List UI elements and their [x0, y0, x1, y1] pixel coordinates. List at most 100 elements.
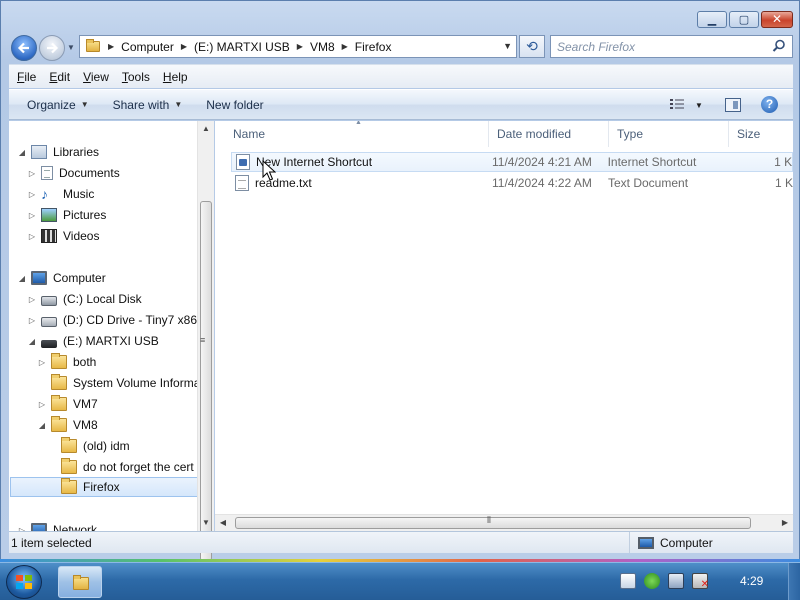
tree-local-disk[interactable]: ▷ (C:) Local Disk — [27, 289, 142, 309]
scroll-up-arrow-icon[interactable]: ▲ — [198, 121, 214, 137]
details-view-icon — [670, 99, 684, 109]
maximize-button[interactable]: ▢ — [729, 11, 759, 28]
tree-libraries[interactable]: ◢ Libraries — [17, 142, 99, 162]
scroll-right-arrow-icon[interactable]: ▶ — [777, 515, 793, 531]
collapse-icon[interactable]: ◢ — [17, 274, 27, 283]
tree-folder-old-idm[interactable]: (old) idm — [47, 436, 130, 456]
network-icon — [31, 523, 47, 531]
breadcrumb-vm8[interactable]: VM8 — [306, 36, 339, 57]
start-button[interactable] — [6, 565, 42, 599]
sort-ascending-icon: ▲ — [355, 121, 362, 126]
horizontal-scrollbar[interactable]: ◀ ⦀ ▶ — [215, 514, 793, 531]
menu-edit[interactable]: Edit — [49, 70, 70, 84]
tree-network[interactable]: ▷ Network — [17, 520, 97, 531]
column-header-name[interactable]: ▲ Name — [215, 121, 489, 147]
expand-icon[interactable]: ▷ — [27, 232, 37, 241]
navigation-scrollbar[interactable]: ▲ ≡ ▼ — [197, 121, 214, 561]
search-icon[interactable] — [772, 39, 786, 53]
close-button[interactable]: ✕ — [761, 11, 793, 28]
new-folder-button[interactable]: New folder — [196, 98, 273, 112]
address-bar[interactable]: ▶ Computer ▶ (E:) MARTXI USB ▶ VM8 ▶ Fir… — [79, 35, 517, 58]
back-button[interactable] — [11, 35, 37, 61]
column-header-date-modified[interactable]: Date modified — [489, 121, 609, 147]
collapse-icon[interactable]: ◢ — [17, 148, 27, 157]
expand-icon[interactable]: ▷ — [27, 169, 37, 178]
breadcrumb-computer[interactable]: Computer — [117, 36, 178, 57]
search-box[interactable] — [550, 35, 793, 58]
tree-videos[interactable]: ▷ Videos — [27, 226, 99, 246]
preview-pane-button[interactable] — [725, 98, 741, 112]
tree-pictures[interactable]: ▷ Pictures — [27, 205, 106, 225]
menu-tools[interactable]: Tools — [122, 70, 150, 84]
breadcrumb-usb-drive[interactable]: (E:) MARTXI USB — [190, 36, 294, 57]
status-zone: Computer — [629, 532, 713, 553]
status-bar: 1 item selected Computer — [9, 531, 793, 553]
chevron-down-icon: ▼ — [80, 100, 89, 109]
expand-icon[interactable]: ▷ — [37, 400, 47, 409]
music-icon: ♪ — [41, 186, 48, 202]
chevron-right-icon[interactable]: ▶ — [108, 42, 114, 51]
chevron-right-icon[interactable]: ▶ — [181, 42, 187, 51]
command-bar: Organize ▼ Share with ▼ New folder ▼ ? — [9, 89, 793, 120]
refresh-button[interactable]: ⟲ — [519, 35, 545, 58]
menu-view[interactable]: View — [83, 70, 109, 84]
expand-icon[interactable]: ▷ — [37, 358, 47, 367]
expand-icon[interactable]: ▷ — [27, 316, 37, 325]
volume-muted-icon[interactable]: ✕ — [692, 573, 709, 590]
tree-folder-firefox[interactable]: Firefox — [10, 477, 198, 497]
tree-folder-vm7[interactable]: ▷ VM7 — [37, 394, 98, 414]
menu-help[interactable]: Help — [163, 70, 188, 84]
address-dropdown-icon[interactable]: ▼ — [503, 41, 512, 51]
tree-folder-vm8[interactable]: ◢ VM8 — [37, 415, 98, 435]
change-view-button[interactable]: ▼ — [669, 98, 703, 112]
tree-cd-drive[interactable]: ▷ (D:) CD Drive - Tiny7 x86 R — [27, 310, 209, 330]
file-row[interactable]: New Internet Shortcut 11/4/2024 4:21 AM … — [231, 152, 793, 172]
breadcrumb-firefox[interactable]: Firefox — [351, 36, 396, 57]
windows-logo-icon — [16, 575, 33, 590]
tree-folder-do-not-forget[interactable]: do not forget the cert — [47, 457, 194, 477]
mouse-cursor-icon — [262, 160, 276, 181]
network-icon[interactable] — [668, 573, 684, 589]
collapse-icon[interactable]: ◢ — [37, 421, 47, 430]
file-row[interactable]: readme.txt 11/4/2024 4:22 AM Text Docume… — [231, 173, 793, 193]
file-date: 11/4/2024 4:21 AM — [492, 155, 592, 169]
usb-drive-icon — [41, 339, 57, 348]
search-input[interactable] — [551, 36, 761, 57]
tree-usb-drive[interactable]: ◢ (E:) MARTXI USB — [27, 331, 159, 351]
file-size: 1 K — [775, 176, 793, 190]
help-icon[interactable]: ? — [761, 96, 778, 113]
menu-file[interactable]: File — [17, 70, 36, 84]
scroll-left-arrow-icon[interactable]: ◀ — [215, 515, 231, 531]
document-tray-icon[interactable] — [620, 573, 636, 589]
column-header-size[interactable]: Size — [729, 121, 793, 147]
folder-icon — [61, 478, 77, 494]
expand-icon[interactable]: ▷ — [27, 190, 37, 199]
taskbar-explorer-button[interactable] — [58, 566, 102, 598]
tree-folder-system-volume[interactable]: System Volume Informa — [37, 373, 200, 393]
back-arrow-icon — [17, 42, 29, 54]
recent-pages-dropdown[interactable]: ▼ — [67, 43, 75, 52]
chevron-right-icon[interactable]: ▶ — [342, 42, 348, 51]
tree-folder-both[interactable]: ▷ both — [37, 352, 96, 372]
tree-computer[interactable]: ◢ Computer — [17, 268, 106, 288]
expand-icon[interactable]: ▷ — [27, 295, 37, 304]
scrollbar-thumb[interactable] — [235, 517, 751, 529]
tree-documents[interactable]: ▷ Documents — [27, 163, 120, 183]
share-with-button[interactable]: Share with ▼ — [103, 98, 193, 112]
organize-button[interactable]: Organize ▼ — [17, 98, 99, 112]
collapse-icon[interactable]: ◢ — [27, 337, 37, 346]
scroll-down-arrow-icon[interactable]: ▼ — [198, 515, 214, 531]
chevron-right-icon[interactable]: ▶ — [297, 42, 303, 51]
minimize-button[interactable]: ▁ — [697, 11, 727, 28]
show-desktop-button[interactable] — [788, 563, 800, 600]
forward-arrow-icon — [47, 42, 59, 54]
file-type: Text Document — [608, 176, 689, 190]
tree-music[interactable]: ▷ ♪ Music — [27, 184, 94, 204]
action-center-icon[interactable] — [644, 573, 660, 589]
clock[interactable]: 4:29 — [740, 574, 763, 588]
forward-button[interactable] — [39, 35, 65, 61]
expand-icon[interactable]: ▷ — [27, 211, 37, 220]
file-type: Internet Shortcut — [607, 155, 697, 169]
scrollbar-thumb[interactable] — [200, 201, 212, 561]
column-header-type[interactable]: Type — [609, 121, 729, 147]
